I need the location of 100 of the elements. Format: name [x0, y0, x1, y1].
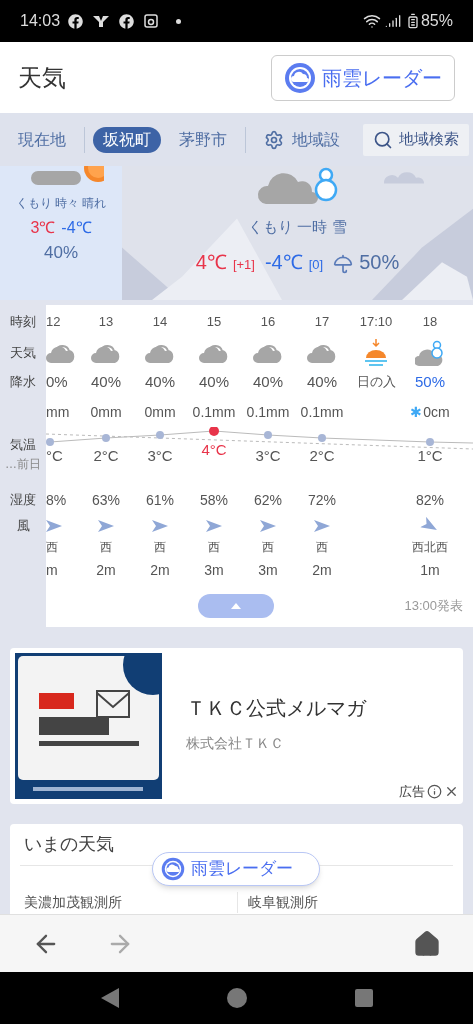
location-tab[interactable]: 現在地 [8, 126, 76, 153]
temperature: 2°C [93, 446, 119, 465]
humidity: 58% [200, 490, 228, 510]
row-label: 時刻 [10, 313, 36, 332]
wind-direction: 西 [46, 539, 58, 556]
cloud-icon [253, 342, 283, 364]
row-label: 湿度 [10, 491, 36, 510]
precipitation-chance: 40% [253, 371, 283, 392]
ad-title[interactable]: ＴＫＣ公式メルマガ [186, 693, 366, 723]
precipitation-chance: 40% [199, 371, 229, 392]
humidity: 82% [416, 490, 444, 510]
region-search-button[interactable]: 地域検索 [363, 123, 469, 156]
wind-speed: 2m [96, 560, 116, 580]
snowflake-icon: ✱ [410, 405, 423, 419]
precipitation-amount: 0.1mm [300, 402, 344, 422]
rain-radar-button[interactable]: 雨雲レーダー [271, 54, 455, 101]
wind-speed: 1m [420, 560, 440, 580]
humidity: 62% [254, 490, 282, 510]
precipitation-chance: 40% [145, 371, 175, 392]
hour-label: 14 [152, 313, 168, 332]
radar-cloud-icon [161, 857, 185, 881]
ad-label: 広告 [399, 782, 425, 801]
facebook-icon [68, 13, 84, 29]
wind-speed: 3m [204, 560, 224, 580]
umbrella-icon [333, 253, 354, 274]
cloud-snowman-icon [415, 339, 445, 367]
hour-label: 18 [422, 313, 438, 332]
cloud-icon [145, 342, 175, 364]
temperature: 2°C [309, 446, 335, 465]
precipitation-chance: 40% [307, 371, 337, 392]
precipitation-amount: 0.1mm [192, 402, 236, 422]
weather-description: くもり 時々 晴れ [15, 195, 107, 212]
low-temperature: -4℃ [61, 218, 92, 238]
issued-time: 13:00発表 [404, 597, 463, 616]
cloud-icon [46, 342, 76, 364]
hour-label: 13 [98, 313, 114, 332]
temperature: 4°C [201, 440, 227, 459]
clock: 14:03 [20, 11, 61, 31]
station-link[interactable]: 岐阜観測所 [236, 892, 453, 913]
wind-speed: 2m [150, 560, 170, 580]
station-link[interactable]: 美濃加茂観測所 [20, 892, 237, 913]
legend-label: …前日 [5, 455, 41, 473]
radar-cloud-icon [284, 61, 316, 94]
home-icon[interactable] [413, 929, 441, 958]
home-icon[interactable] [226, 988, 247, 1008]
cloud-icon [307, 342, 337, 364]
signal-icon [384, 13, 401, 29]
caret-up-icon [231, 603, 241, 609]
hour-label: 16 [260, 313, 276, 332]
hour-label: 17 [314, 313, 330, 332]
info-icon[interactable] [427, 783, 442, 799]
hour-label: 12 [46, 313, 61, 332]
precipitation-amount: 0.1mm [246, 402, 290, 422]
precipitation-chance: 0% [46, 371, 68, 392]
hour-label: 15 [206, 313, 222, 332]
cloud-snowman-icon [255, 166, 340, 206]
page-title: 天気 [18, 62, 66, 93]
location-tab[interactable]: 茅野市 [169, 126, 237, 153]
precipitation-amount: 0mm [144, 402, 176, 422]
high-temperature: 4℃ [195, 249, 227, 275]
wifi-icon [362, 12, 381, 30]
hour-label: 17:10 [359, 313, 393, 332]
temperature: 1°C [417, 446, 443, 465]
ad-advertiser: 株式会社ＴＫＣ [186, 734, 285, 753]
humidity: 72% [308, 490, 336, 510]
wind-direction: 西 [154, 539, 166, 556]
location-tab[interactable]: 坂祝町 [93, 126, 161, 153]
wind-direction: 西 [208, 539, 220, 556]
app-icon [144, 14, 159, 28]
row-label: 風 [16, 517, 30, 536]
row-label: 気温 [10, 436, 36, 454]
temperature: °C [46, 446, 63, 465]
precipitation-chance: 40% [44, 242, 78, 264]
row-label: 天気 [10, 344, 36, 363]
cloud-icon [91, 342, 121, 364]
wind-speed: 2m [312, 560, 332, 580]
precipitation-amount: 0mm [90, 402, 122, 422]
recents-icon[interactable] [354, 989, 373, 1007]
humidity: 61% [146, 490, 174, 510]
settings-icon [264, 129, 284, 150]
wind-direction: 西北西 [412, 539, 448, 556]
temperature: 3°C [255, 446, 281, 465]
precipitation-amount: 0cm [423, 402, 450, 422]
high-temperature-difference: [+1] [232, 256, 255, 274]
precipitation-chance: 日の入 [356, 373, 396, 392]
low-temperature-difference: [0] [308, 256, 324, 274]
humidity: 63% [92, 490, 120, 510]
temperature: 3°C [147, 446, 173, 465]
row-label: 降水 [10, 373, 36, 392]
weather-description: くもり 一時 雪 [248, 217, 347, 237]
precipitation-chance: 50% [415, 371, 445, 392]
low-temperature: -4℃ [264, 249, 303, 275]
search-icon [373, 129, 393, 150]
precipitation-amount: mm [46, 402, 70, 422]
facebook-icon [119, 13, 135, 29]
wind-direction: 西 [262, 539, 274, 556]
back-icon[interactable] [100, 988, 119, 1008]
high-temperature: 3℃ [30, 218, 56, 238]
wind-direction: 西 [100, 539, 112, 556]
region-settings-button[interactable]: 地域設 [264, 127, 340, 152]
